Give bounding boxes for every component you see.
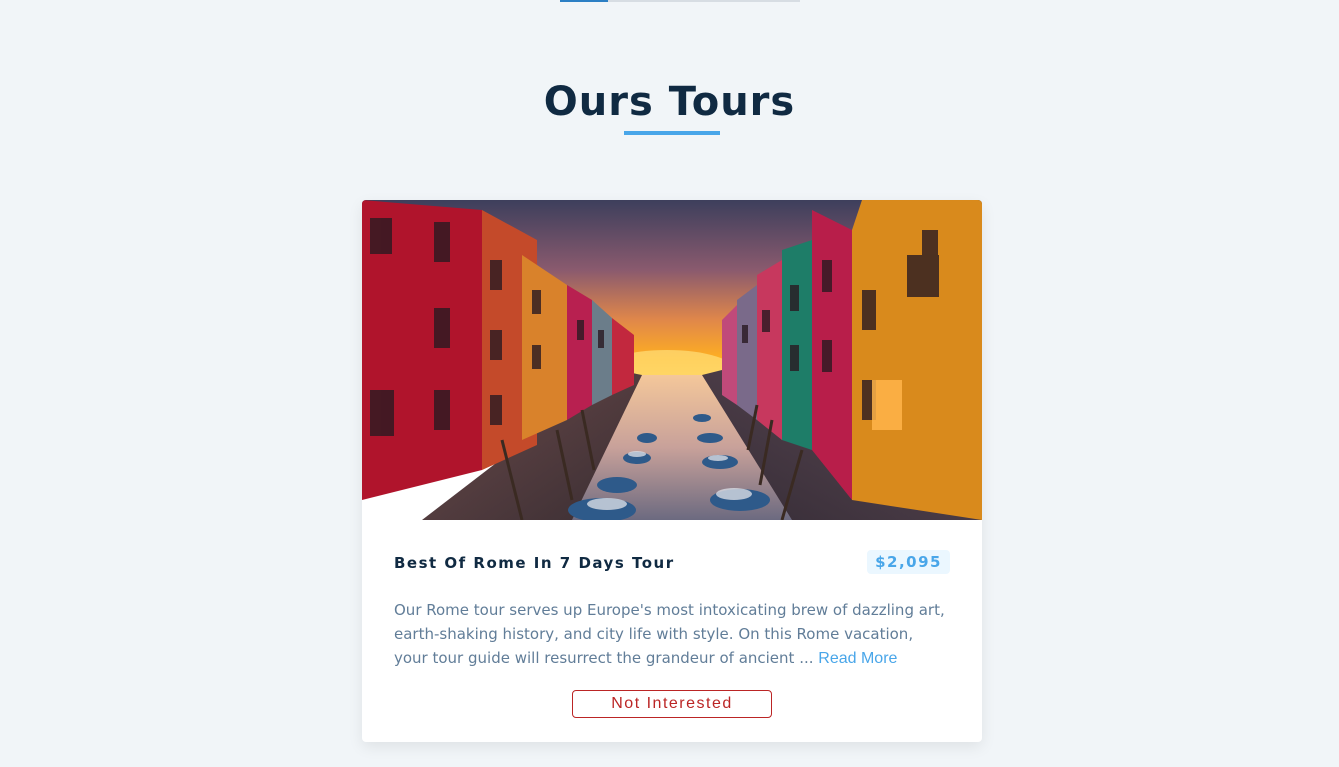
tour-image (362, 200, 982, 520)
active-tab-indicator (560, 0, 608, 2)
tour-card: Best Of Rome In 7 Days Tour $2,095 Our R… (362, 200, 982, 742)
top-tab-indicator (560, 0, 800, 2)
tour-name: Best Of Rome In 7 Days Tour (394, 554, 675, 572)
tour-description: Our Rome tour serves up Europe's most in… (394, 598, 950, 671)
not-interested-button[interactable]: Not Interested (572, 690, 772, 718)
tour-info: Best Of Rome In 7 Days Tour $2,095 Our R… (362, 520, 982, 742)
page-title: Ours Tours (543, 79, 796, 125)
section-heading: Ours Tours (0, 76, 1339, 128)
tour-price-badge: $2,095 (867, 550, 950, 574)
title-underline (624, 131, 720, 135)
read-more-link[interactable]: Read More (818, 650, 897, 667)
